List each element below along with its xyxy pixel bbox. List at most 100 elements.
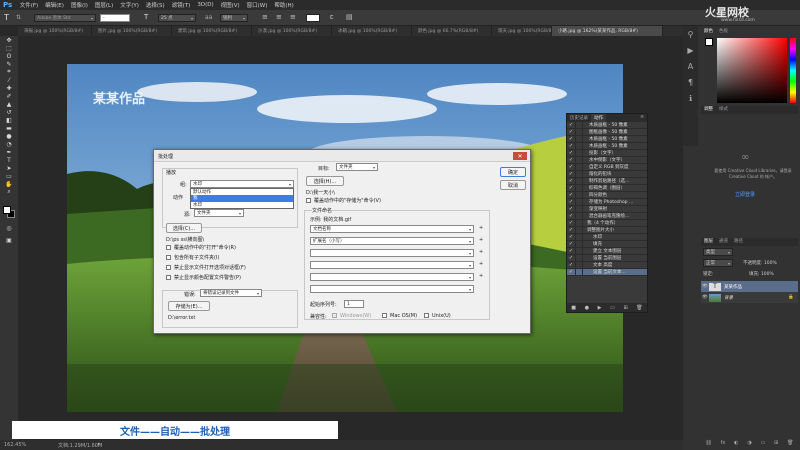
menu-help[interactable]: 帮助(H) — [271, 1, 297, 9]
tab-desert[interactable]: 沙漠.jpg @ 100%(RGB/8#) — [252, 26, 332, 36]
path-select-tool-icon[interactable]: ➤ — [0, 164, 18, 172]
action-dropdown-list[interactable]: 默认动作 我 水印 — [190, 188, 294, 209]
actions-panel-icon[interactable]: ▶ — [683, 42, 698, 58]
cancel-button[interactable]: 取消 — [500, 180, 526, 190]
action-toggle-check-icon[interactable]: ✓ — [567, 192, 575, 198]
save-as-button[interactable]: 存储为(E)... — [168, 301, 210, 311]
suppress-color-warning-checkbox[interactable] — [166, 275, 171, 280]
tab-styles[interactable]: 样式 — [716, 106, 731, 114]
font-style-select[interactable]: - — [100, 14, 130, 22]
action-item[interactable]: ✓ 存储为 Photoshop ... — [567, 199, 647, 206]
tab-color[interactable]: 颜色 — [701, 28, 716, 36]
blend-mode-select[interactable]: 正常 ▾ — [703, 259, 733, 267]
text-tool-icon[interactable]: T — [0, 156, 18, 164]
set-select[interactable]: 水印 ▾ — [190, 180, 294, 188]
action-toggle-check-icon[interactable]: ✓ — [567, 213, 575, 219]
tab-building[interactable]: 建筑.jpg @ 100%(RGB/8#) — [172, 26, 252, 36]
color-picker-field[interactable] — [717, 38, 787, 103]
tab-actions[interactable]: 动作 — [591, 114, 606, 122]
zoom-tool-icon[interactable]: ⌕ — [0, 188, 18, 196]
compat-windows-option[interactable]: Windows(W) — [332, 313, 371, 319]
character-panel-icon-2[interactable]: A — [683, 58, 698, 74]
dialog-toggle-box[interactable] — [575, 157, 583, 163]
action-toggle-check-icon[interactable]: ✓ — [567, 206, 575, 212]
link-layers-icon[interactable]: ⛓ — [705, 440, 711, 446]
action-item[interactable]: ✓ 渐变映射 — [567, 206, 647, 213]
menu-type[interactable]: 文字(Y) — [117, 1, 143, 9]
dialog-toggle-box[interactable] — [575, 227, 583, 233]
action-toggle-check-icon[interactable]: ✓ — [567, 178, 575, 184]
action-toggle-check-icon[interactable]: ✓ — [567, 122, 575, 128]
layer-row-text[interactable]: 👁 T 某某作品 — [701, 281, 798, 292]
action-toggle-check-icon[interactable]: ✓ — [567, 150, 575, 156]
new-group-icon[interactable]: ▭ — [761, 440, 766, 446]
action-option-me-selected[interactable]: 我 — [191, 195, 293, 202]
tab-rainy[interactable]: 雨天.jpg @ 100%(RGB/8#) — [492, 26, 552, 36]
dialog-toggle-box[interactable] — [575, 234, 583, 240]
tab-layers[interactable]: 图层 — [701, 238, 716, 246]
dialog-toggle-box[interactable] — [575, 269, 583, 275]
paragraph-panel-icon[interactable]: ¶ — [683, 74, 698, 90]
menu-file[interactable]: 文件(F) — [16, 1, 41, 9]
naming-field-1[interactable]: 文档名称 ▾ — [310, 225, 474, 233]
suppress-open-dialog-option[interactable]: 禁止显示文件打开选项对话框(F) — [166, 264, 246, 271]
history-brush-tool-icon[interactable]: ↺ — [0, 108, 18, 116]
tab-history[interactable]: 历史记录 — [567, 114, 591, 122]
action-item[interactable]: ✓ 熔化的铅块 — [567, 171, 647, 178]
hue-slider[interactable] — [790, 38, 796, 103]
dialog-toggle-box[interactable] — [575, 262, 583, 268]
dialog-toggle-box[interactable] — [575, 206, 583, 212]
character-panel-icon[interactable]: ▤ — [346, 13, 353, 21]
cc-login-link[interactable]: 立即登录 — [735, 191, 755, 198]
naming-field-5[interactable]: ▾ — [310, 273, 474, 281]
dialog-toggle-box[interactable] — [575, 220, 583, 226]
menu-layer[interactable]: 图层(L) — [91, 1, 116, 9]
action-item[interactable]: ✓ 建立 文本图层 — [567, 248, 647, 255]
action-toggle-check-icon[interactable]: ✓ — [567, 136, 575, 142]
opacity-control[interactable]: 不透明度: 100% — [743, 260, 777, 266]
action-item[interactable]: ✓ 木质画框 - 50 像素 — [567, 136, 647, 143]
text-color-swatch[interactable] — [306, 14, 320, 22]
source-select[interactable]: 文件夹 ▾ — [194, 209, 244, 217]
action-toggle-check-icon[interactable]: ✓ — [567, 248, 575, 254]
action-toggle-check-icon[interactable]: ✓ — [567, 157, 575, 163]
tab-channels[interactable]: 通道 — [716, 238, 731, 246]
override-save-checkbox[interactable] — [306, 198, 311, 203]
override-save-option[interactable]: 覆盖动作中的"存储为"命令(V) — [306, 197, 381, 204]
compat-unix-option[interactable]: Unix(U) — [424, 313, 451, 319]
shape-tool-icon[interactable]: ▭ — [0, 172, 18, 180]
blur-tool-icon[interactable]: ● — [0, 132, 18, 140]
pen-tool-icon[interactable]: ✒ — [0, 148, 18, 156]
marquee-tool-icon[interactable]: ⬚ — [0, 44, 18, 52]
align-right-icon[interactable]: ≡ — [290, 13, 296, 21]
source-choose-button[interactable]: 选择(C)... — [166, 223, 202, 233]
action-toggle-check-icon[interactable]: ✓ — [567, 143, 575, 149]
eyedropper-tool-icon[interactable]: ⁄ — [0, 76, 18, 84]
dialog-toggle-box[interactable] — [575, 255, 583, 261]
eraser-tool-icon[interactable]: ◧ — [0, 116, 18, 124]
quick-mask-icon[interactable]: ◎ — [0, 224, 18, 232]
dialog-toggle-box[interactable] — [575, 213, 583, 219]
lasso-tool-icon[interactable]: ʘ — [0, 52, 18, 60]
dodge-tool-icon[interactable]: ◔ — [0, 140, 18, 148]
action-item[interactable]: ✓ 木质画框 - 50 像素 — [567, 143, 647, 150]
new-action-icon[interactable]: ⊞ — [623, 305, 627, 311]
action-toggle-check-icon[interactable]: ✓ — [567, 171, 575, 177]
menu-3d[interactable]: 3D(D) — [194, 2, 217, 8]
action-item[interactable]: ✓ 混合器画笔克隆绘... — [567, 213, 647, 220]
naming-field-4[interactable]: ▾ — [310, 261, 474, 269]
record-icon[interactable]: ● — [585, 305, 589, 311]
override-open-option[interactable]: 覆盖动作中的"打开"命令(R) — [166, 244, 236, 251]
type-tool-icon[interactable]: T — [4, 13, 9, 22]
mask-icon[interactable]: ◐ — [734, 440, 738, 446]
layer-row-background[interactable]: 👁 背景 🔒 — [701, 292, 798, 303]
action-toggle-check-icon[interactable]: ✓ — [567, 220, 575, 226]
tab-adjustments[interactable]: 调整 — [701, 106, 716, 114]
action-item[interactable]: ✓ 自定义 RGB 到灰度 — [567, 164, 647, 171]
dialog-toggle-box[interactable] — [575, 241, 583, 247]
antialias-select[interactable]: 锐利 ▾ — [220, 14, 248, 22]
dialog-toggle-box[interactable] — [575, 143, 583, 149]
new-layer-icon[interactable]: ⊞ — [774, 440, 778, 446]
dialog-toggle-box[interactable] — [575, 248, 583, 254]
font-size-select[interactable]: 25 点 ▾ — [158, 14, 196, 22]
